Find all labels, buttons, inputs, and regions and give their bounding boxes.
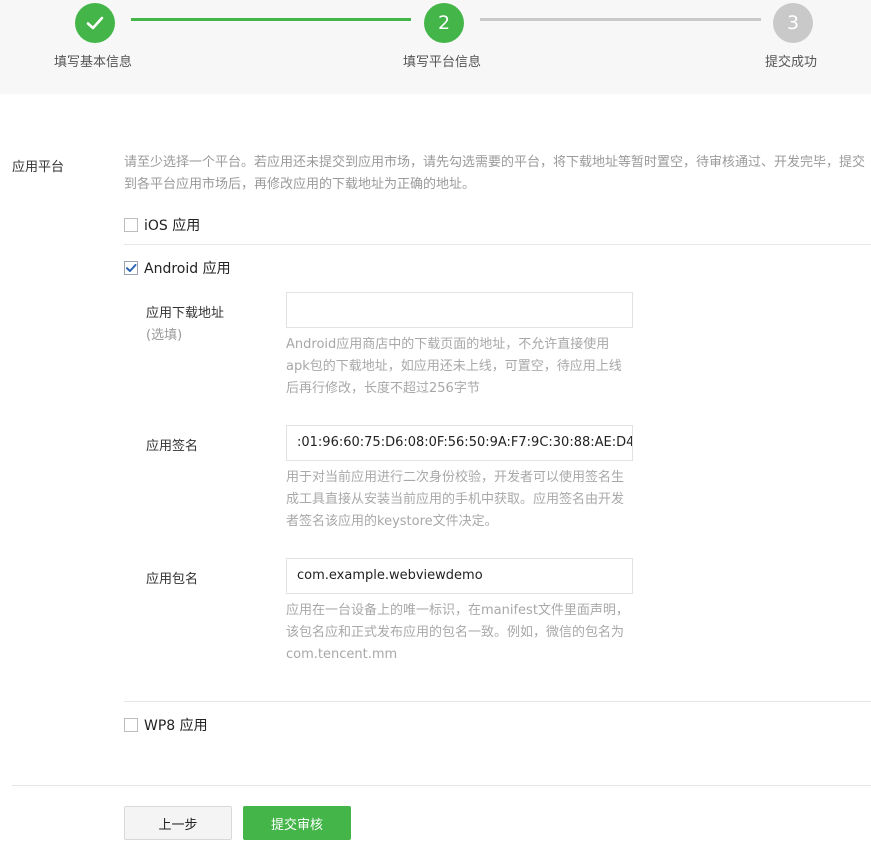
step-line-2 xyxy=(480,18,761,21)
ios-checkbox-label: iOS 应用 xyxy=(144,218,201,234)
signature-help: 用于对当前应用进行二次身份校验，开发者可以使用签名生成工具直接从安装当前应用的手… xyxy=(286,470,625,529)
ios-checkbox-row[interactable]: iOS 应用 xyxy=(124,215,200,235)
ios-checkbox[interactable] xyxy=(124,218,138,232)
package-help: 应用在一台设备上的唯一标识，在manifest文件里面声明，该包名应和正式发布应… xyxy=(286,603,629,662)
wp8-checkbox-label: WP8 应用 xyxy=(144,718,208,734)
step-2-circle: 2 xyxy=(424,3,464,43)
download-url-label: 应用下载地址 xyxy=(146,306,225,321)
signature-input[interactable]: :01:96:60:75:D6:08:0F:56:50:9A:F7:9C:30:… xyxy=(286,425,633,461)
step-1-label: 填写基本信息 xyxy=(54,55,133,70)
wp8-checkbox[interactable] xyxy=(124,718,138,732)
download-url-input[interactable] xyxy=(286,292,633,328)
step-3-label: 提交成功 xyxy=(765,55,818,70)
signature-label: 应用签名 xyxy=(146,439,199,454)
submit-review-button[interactable]: 提交审核 xyxy=(243,806,351,840)
platform-hint: 请至少选择一个平台。若应用还未提交到应用市场，请先勾选需要的平台，将下载地址等暂… xyxy=(124,155,866,192)
package-label: 应用包名 xyxy=(146,572,199,587)
divider-ios xyxy=(124,244,871,245)
android-checkbox[interactable] xyxy=(124,261,138,275)
step-2-label: 填写平台信息 xyxy=(403,55,482,70)
step-3-number: 3 xyxy=(786,12,800,34)
platform-section-label: 应用平台 xyxy=(12,160,65,175)
steps-bar: 2 3 填写基本信息 填写平台信息 提交成功 xyxy=(0,0,871,94)
checkmark-icon xyxy=(86,16,104,30)
step-2-number: 2 xyxy=(437,12,451,34)
divider-android xyxy=(124,701,871,702)
step-line-1 xyxy=(131,18,411,21)
download-url-help: Android应用商店中的下载页面的地址，不允许直接使用apk包的下载地址，如应… xyxy=(286,337,622,396)
step-1-done-circle xyxy=(75,3,115,43)
package-input[interactable]: com.example.webviewdemo xyxy=(286,558,633,594)
divider-footer xyxy=(12,785,871,786)
step-3-circle: 3 xyxy=(773,3,813,43)
download-url-optional: (选填) xyxy=(146,328,183,343)
android-checkbox-row[interactable]: Android 应用 xyxy=(124,258,231,278)
prev-step-button[interactable]: 上一步 xyxy=(124,806,232,840)
check-icon xyxy=(126,264,137,272)
wp8-checkbox-row[interactable]: WP8 应用 xyxy=(124,715,208,735)
android-checkbox-label: Android 应用 xyxy=(144,261,231,277)
